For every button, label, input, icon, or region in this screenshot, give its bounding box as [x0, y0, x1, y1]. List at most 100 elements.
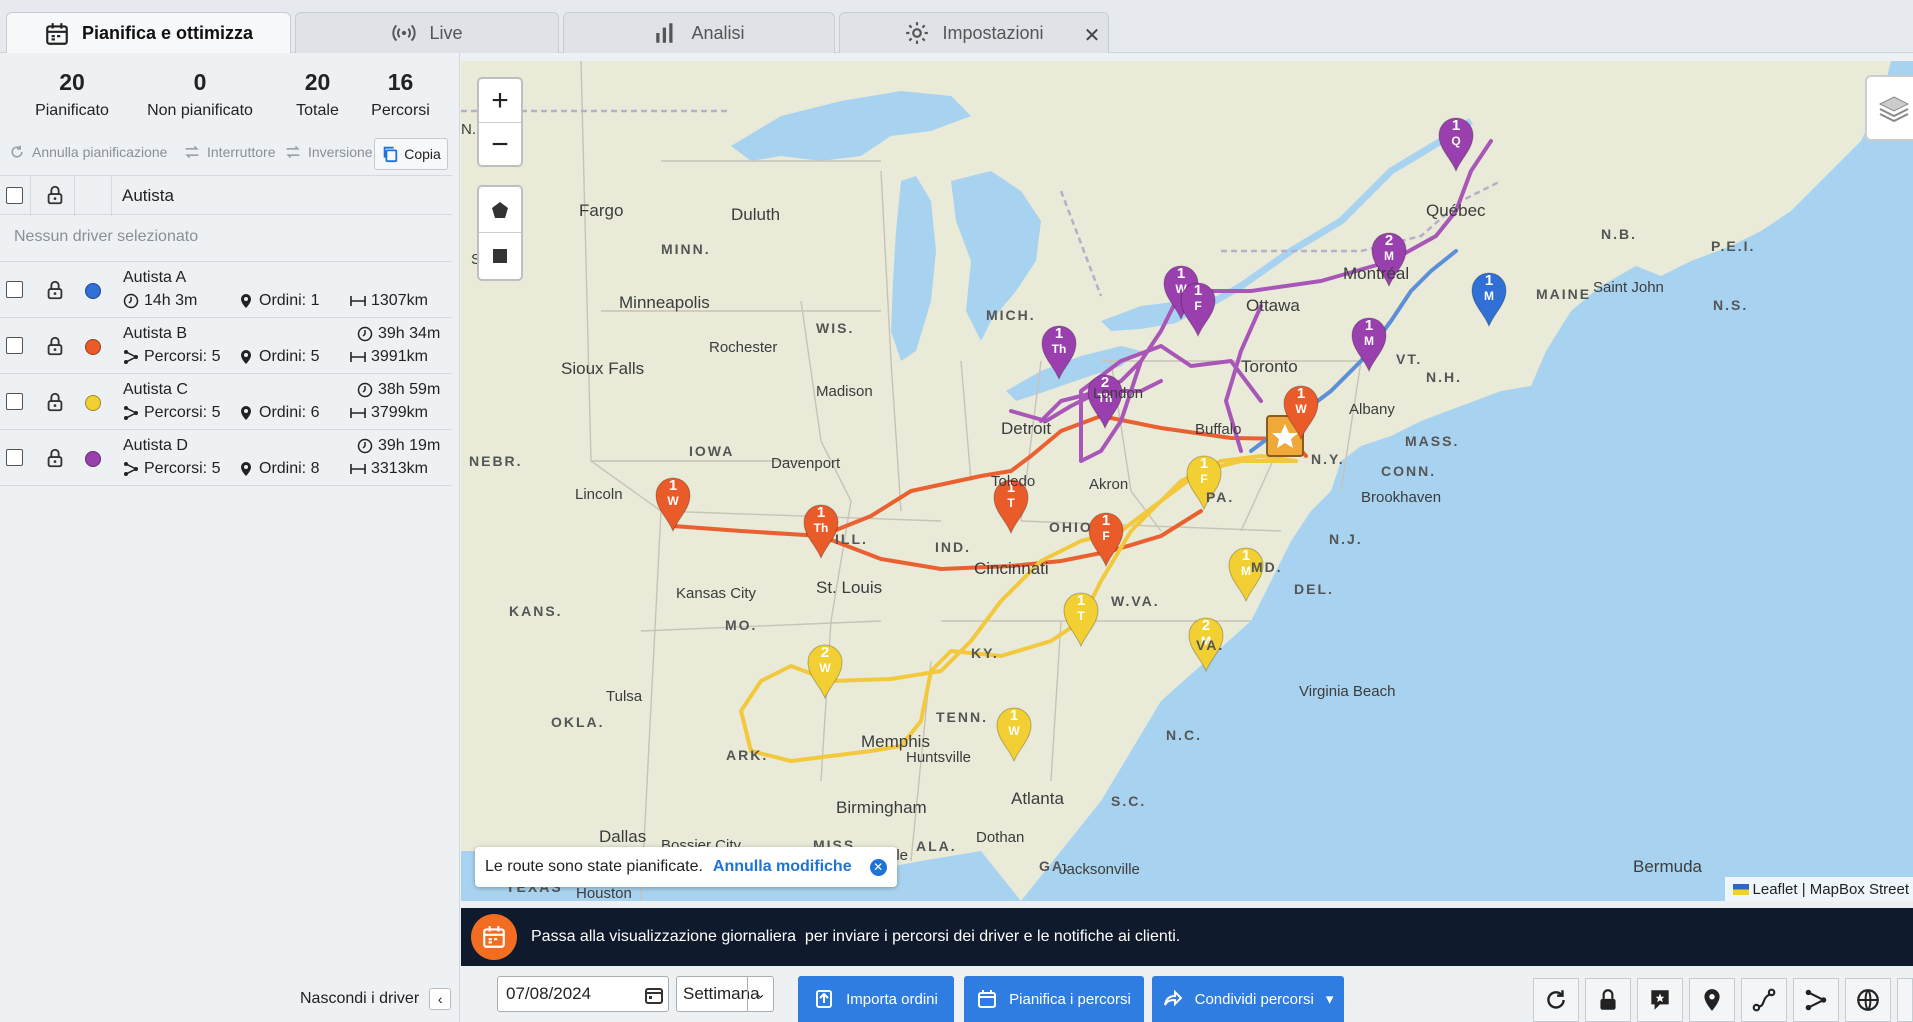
stop-marker[interactable]: 1M [1471, 272, 1507, 328]
banner-text: Passa alla visualizzazione giornaliera p… [531, 928, 1181, 945]
zoom-in-button[interactable]: + [479, 79, 521, 123]
rectangle-draw-button[interactable] [479, 233, 521, 279]
notes-button[interactable] [1637, 978, 1683, 1022]
stop-marker[interactable]: 1W [655, 477, 691, 533]
undo-changes-link[interactable]: Annulla modifiche [713, 858, 852, 876]
more-button[interactable] [1897, 978, 1913, 1022]
lock-button[interactable] [1585, 978, 1631, 1022]
stop-marker[interactable]: 1F [1180, 282, 1216, 338]
map-label: Cincinnati [974, 559, 1049, 578]
stop-marker[interactable]: 1T [1063, 592, 1099, 648]
marker-sequence: 1 [1010, 707, 1018, 724]
locations-button[interactable] [1689, 978, 1735, 1022]
driver-orders: Ordini: 6 [238, 404, 319, 422]
close-icon[interactable]: ✕ [1082, 23, 1102, 48]
marker-day: M [1384, 249, 1394, 263]
map-label: Akron [1089, 476, 1129, 493]
select-all-checkbox[interactable] [6, 187, 23, 204]
polygon-draw-button[interactable] [479, 187, 521, 233]
driver-distance: 3991km [350, 348, 428, 366]
marker-day: M [1484, 289, 1494, 303]
hide-drivers-button[interactable]: Nascondi i driver ‹ [300, 988, 452, 1010]
stop-marker[interactable]: 1Q [1438, 117, 1474, 173]
map-label: Birmingham [836, 798, 927, 817]
marker-day: M [1364, 334, 1374, 348]
driver-checkbox[interactable] [6, 393, 23, 410]
map-canvas[interactable]: 1Q2M1M1W 1F1M1Th2Th 1W1F1W1Th1T1F1M1T2M2W1… [461, 61, 1913, 901]
driver-checkbox[interactable] [6, 281, 23, 298]
map-label: Kansas City [676, 585, 757, 602]
switch-button[interactable]: Interruttore [183, 144, 275, 160]
driver-color-dot [85, 451, 101, 467]
driver-checkbox[interactable] [6, 337, 23, 354]
driver-routes: Percorsi: 5 [123, 404, 220, 422]
tab-plan-optimize[interactable]: Pianifica e ottimizza [6, 12, 291, 54]
zoom-out-button[interactable]: − [479, 123, 521, 167]
driver-row-a[interactable]: Autista A 14h 3m Ordini: 1 1307km [0, 262, 452, 318]
lock-icon[interactable] [44, 447, 66, 469]
invert-icon [286, 145, 300, 159]
stop-marker[interactable]: 2W [807, 644, 843, 700]
marker-day: W [1295, 402, 1307, 416]
stop-marker[interactable]: 1W [996, 707, 1032, 763]
layers-button[interactable] [1865, 75, 1913, 141]
invert-button[interactable]: Inversione [284, 144, 373, 160]
clock-icon [357, 326, 373, 342]
import-orders-button[interactable]: Importa ordini [798, 976, 954, 1022]
share-routes-button[interactable]: Condividi percorsi ▾ [1152, 976, 1344, 1022]
tab-settings[interactable]: Impostazioni ✕ [839, 12, 1109, 53]
period-select[interactable]: Settimana ⌄ [676, 976, 774, 1012]
tab-live[interactable]: Live [295, 12, 559, 53]
driver-name: Autista A [123, 269, 187, 286]
stop-marker[interactable]: 1F [1088, 512, 1124, 568]
route-map[interactable]: 1 Q 2 M 1 M 1 W 1 F 1 M 1 Th 2 Th 1 W 1 F 1 W 1 Th 1 T 1 F 1 M 1 T 2 M 2 W 1… [461, 61, 1913, 901]
map-label: N. [461, 121, 476, 138]
marker-sequence: 2 [821, 644, 829, 661]
map-label: Jacksonville [1059, 861, 1140, 878]
no-driver-selected-message: Nessun driver selezionato [14, 228, 199, 245]
route-network-button[interactable] [1793, 978, 1839, 1022]
driver-row-d[interactable]: Autista D 39h 19m Percorsi: 5 Ordini: 8 … [0, 430, 452, 486]
marker-sequence: 1 [1365, 317, 1373, 334]
driver-orders: Ordini: 5 [238, 348, 319, 366]
refresh-button[interactable] [1533, 978, 1579, 1022]
tab-analytics[interactable]: Analisi [563, 12, 835, 53]
column-divider [74, 176, 75, 216]
driver-column-header[interactable]: Autista [122, 186, 174, 206]
driver-row-b[interactable]: Autista B 39h 34m Percorsi: 5 Ordini: 5 … [0, 318, 452, 374]
distance-icon [350, 464, 366, 474]
date-input[interactable]: 07/08/2024 [497, 976, 669, 1012]
map-label: TENN. [936, 709, 988, 725]
stop-marker[interactable]: 1Th [803, 504, 839, 560]
close-icon[interactable]: ✕ [869, 858, 887, 876]
driver-row-c[interactable]: Autista C 38h 59m Percorsi: 5 Ordini: 6 … [0, 374, 452, 430]
map-label: OKLA. [551, 714, 605, 730]
driver-checkbox[interactable] [6, 449, 23, 466]
lock-icon[interactable] [44, 335, 66, 357]
unplan-button[interactable]: Annulla pianificazione [8, 144, 167, 160]
lock-icon[interactable] [44, 279, 66, 301]
calendar-icon[interactable] [644, 985, 664, 1005]
lock-icon[interactable] [44, 391, 66, 413]
map-label: Madison [816, 383, 873, 400]
map-label: Rochester [709, 339, 778, 356]
route-path-button[interactable] [1741, 978, 1787, 1022]
copy-button[interactable]: Copia [374, 138, 448, 170]
plan-routes-button[interactable]: Pianifica i percorsi [964, 976, 1144, 1022]
globe-button[interactable] [1845, 978, 1891, 1022]
lock-icon[interactable] [44, 184, 66, 206]
marker-sequence: 1 [1077, 592, 1085, 609]
driver-name: Autista B [123, 325, 188, 342]
map-label: Québec [1426, 201, 1486, 220]
map-label: NEBR. [469, 453, 523, 469]
column-divider [111, 176, 112, 216]
tab-label: Pianifica e ottimizza [81, 23, 254, 43]
caret-down-icon: ▾ [1325, 991, 1334, 1008]
map-label: ARK. [726, 747, 769, 763]
map-label: MINN. [661, 241, 711, 257]
map-label: Toronto [1241, 357, 1298, 376]
location-pin-icon [241, 350, 251, 364]
layers-icon [1878, 96, 1910, 123]
marker-sequence: 1 [669, 477, 677, 494]
map-label: St. Louis [816, 578, 883, 597]
